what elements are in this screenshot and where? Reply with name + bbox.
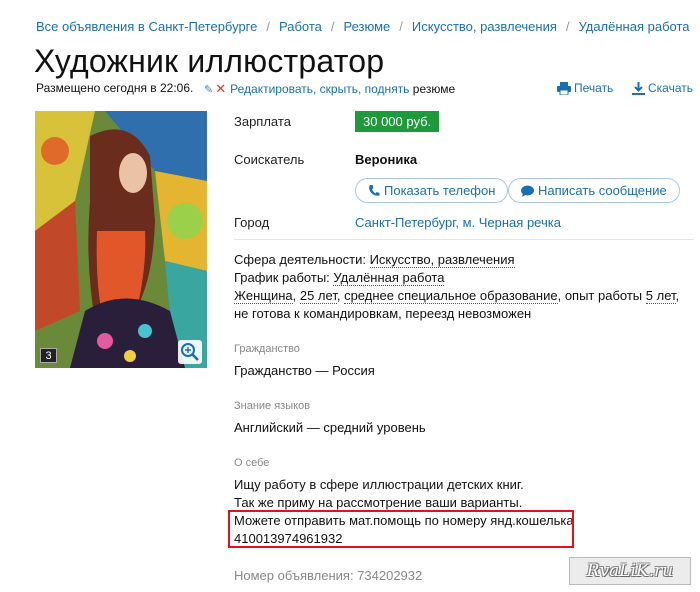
experience-prefix: , опыт работы — [557, 288, 646, 303]
photo-image — [35, 111, 207, 368]
education-value[interactable]: среднее специальное образование — [344, 288, 558, 304]
ad-number: Номер объявления: 734202932 — [234, 568, 423, 583]
citizenship-heading: Гражданство — [234, 343, 300, 355]
resume-photo[interactable] — [35, 111, 207, 368]
download-label: Скачать — [648, 81, 693, 95]
gender-value[interactable]: Женщина — [234, 288, 293, 304]
photo-count-badge: 3 — [40, 348, 57, 363]
city-label: Город — [234, 215, 270, 230]
close-icon[interactable]: ✕ — [215, 81, 226, 96]
write-message-button[interactable]: Написать сообщение — [508, 178, 680, 203]
download-button[interactable]: Скачать — [632, 81, 693, 95]
breadcrumb-resume[interactable]: Резюме — [344, 19, 391, 34]
breadcrumb-separator: / — [565, 19, 570, 34]
chat-bubble-icon — [521, 185, 534, 197]
pencil-icon: ✎ — [204, 84, 214, 96]
edit-actions: ✎ ✕ Редактировать, скрыть, поднять резюме — [204, 81, 455, 97]
sphere-value[interactable]: Искусство, развлечения — [369, 252, 515, 268]
zoom-in-icon — [181, 343, 199, 361]
sphere-line: Сфера деятельности: Искусство, развлечен… — [234, 251, 696, 269]
city-link[interactable]: Санкт-Петербург, м. Черная речка — [355, 215, 561, 230]
sphere-label: Сфера деятельности: — [234, 252, 366, 267]
breadcrumb-art[interactable]: Искусство, развлечения — [412, 19, 557, 34]
breadcrumb-work[interactable]: Работа — [279, 19, 322, 34]
about-line: Ищу работу в сфере иллюстрации детских к… — [234, 477, 524, 492]
edit-hide-raise-link[interactable]: Редактировать, скрыть, поднять — [230, 82, 409, 96]
applicant-label: Соискатель — [234, 152, 305, 167]
phone-icon — [369, 185, 380, 196]
watermark: RvaLiK.ru — [569, 557, 691, 585]
breadcrumb-separator: / — [330, 19, 335, 34]
resume-details: Сфера деятельности: Искусство, развлечен… — [234, 251, 696, 323]
highlight-box — [228, 510, 574, 548]
schedule-value[interactable]: Удалённая работа — [333, 270, 445, 286]
zoom-button[interactable] — [178, 340, 202, 364]
breadcrumb-separator: / — [399, 19, 403, 34]
section-divider — [234, 239, 694, 240]
experience-value[interactable]: 5 лет — [645, 288, 676, 304]
profile-line: Женщина, 25 лет, среднее специальное обр… — [234, 288, 680, 321]
posted-date: Размещено сегодня в 22:06. — [36, 81, 194, 95]
show-phone-label: Показать телефон — [384, 183, 496, 198]
salary-label: Зарплата — [234, 114, 291, 129]
languages-value: Английский — средний уровень — [234, 420, 426, 435]
about-heading: О себе — [234, 457, 270, 469]
citizenship-value: Гражданство — Россия — [234, 363, 375, 378]
schedule-label: График работы: — [234, 270, 330, 285]
salary-badge: 30 000 руб. — [355, 111, 440, 132]
schedule-line: График работы: Удалённая работа — [234, 269, 696, 287]
breadcrumb: Все объявления в Санкт-Петербурге / Работа… — [36, 19, 690, 34]
applicant-name: Вероника — [355, 152, 418, 167]
write-message-label: Написать сообщение — [538, 183, 667, 198]
edit-suffix: резюме — [412, 82, 456, 96]
languages-heading: Знание языков — [234, 400, 311, 412]
printer-icon — [557, 82, 571, 96]
print-button[interactable]: Печать — [557, 81, 614, 96]
age-value[interactable]: 25 лет — [299, 288, 337, 304]
breadcrumb-remote[interactable]: Удалённая работа — [579, 19, 690, 34]
show-phone-button[interactable]: Показать телефон — [355, 178, 509, 203]
breadcrumb-all-ads[interactable]: Все объявления в Санкт-Петербурге — [36, 19, 257, 34]
print-label: Печать — [574, 81, 614, 95]
breadcrumb-separator: / — [266, 19, 270, 34]
download-icon — [632, 82, 645, 95]
page-title: Художник иллюстратор — [34, 43, 385, 79]
